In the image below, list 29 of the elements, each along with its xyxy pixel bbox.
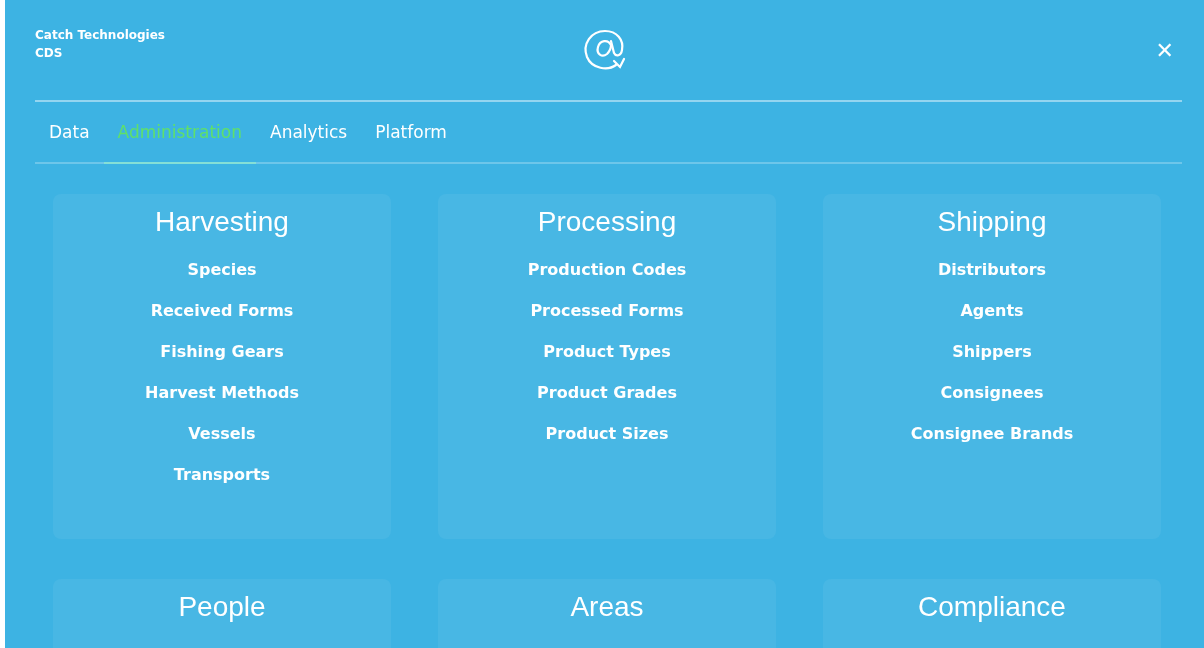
menu-link[interactable]: Product Types xyxy=(543,342,671,362)
menu-link[interactable]: Species xyxy=(187,260,257,280)
menu-tab[interactable]: Analytics xyxy=(256,102,362,164)
menu-link[interactable]: Received Forms xyxy=(150,301,294,321)
menu-link[interactable]: Consignees xyxy=(940,383,1044,403)
menu-link[interactable]: Consignee Brands xyxy=(910,424,1074,444)
section-heading: Areas xyxy=(570,591,644,623)
menu-link[interactable]: Vessels xyxy=(188,424,256,444)
menu-link[interactable]: Distributors xyxy=(937,260,1047,280)
menu-tab[interactable]: Data xyxy=(35,102,104,164)
section-heading: Harvesting xyxy=(155,206,289,238)
menu-link[interactable]: Product Grades xyxy=(537,383,677,403)
menu-link[interactable]: Transports xyxy=(173,465,271,485)
section-heading: Processing xyxy=(537,206,677,238)
close-button[interactable]: ✕ xyxy=(874,37,1174,63)
menu-link[interactable]: Shippers xyxy=(952,342,1032,362)
menu-link[interactable]: Agents xyxy=(960,301,1024,321)
menu-tab[interactable]: Administration xyxy=(103,102,256,164)
menu-tab[interactable]: Platform xyxy=(361,102,461,164)
menu-link[interactable]: Harvest Methods xyxy=(145,383,299,403)
product-name: CDS xyxy=(35,45,64,62)
menu-link[interactable]: Production Codes xyxy=(527,260,687,280)
section-heading: People xyxy=(178,591,266,623)
company-name: Catch Technologies xyxy=(35,27,166,44)
section-heading: Compliance xyxy=(918,591,1066,623)
menu-link[interactable]: Processed Forms xyxy=(530,301,684,321)
menu-link[interactable]: Fishing Gears xyxy=(160,342,284,362)
section-heading: Shipping xyxy=(937,206,1047,238)
menu-link[interactable]: Product Sizes xyxy=(545,424,669,444)
